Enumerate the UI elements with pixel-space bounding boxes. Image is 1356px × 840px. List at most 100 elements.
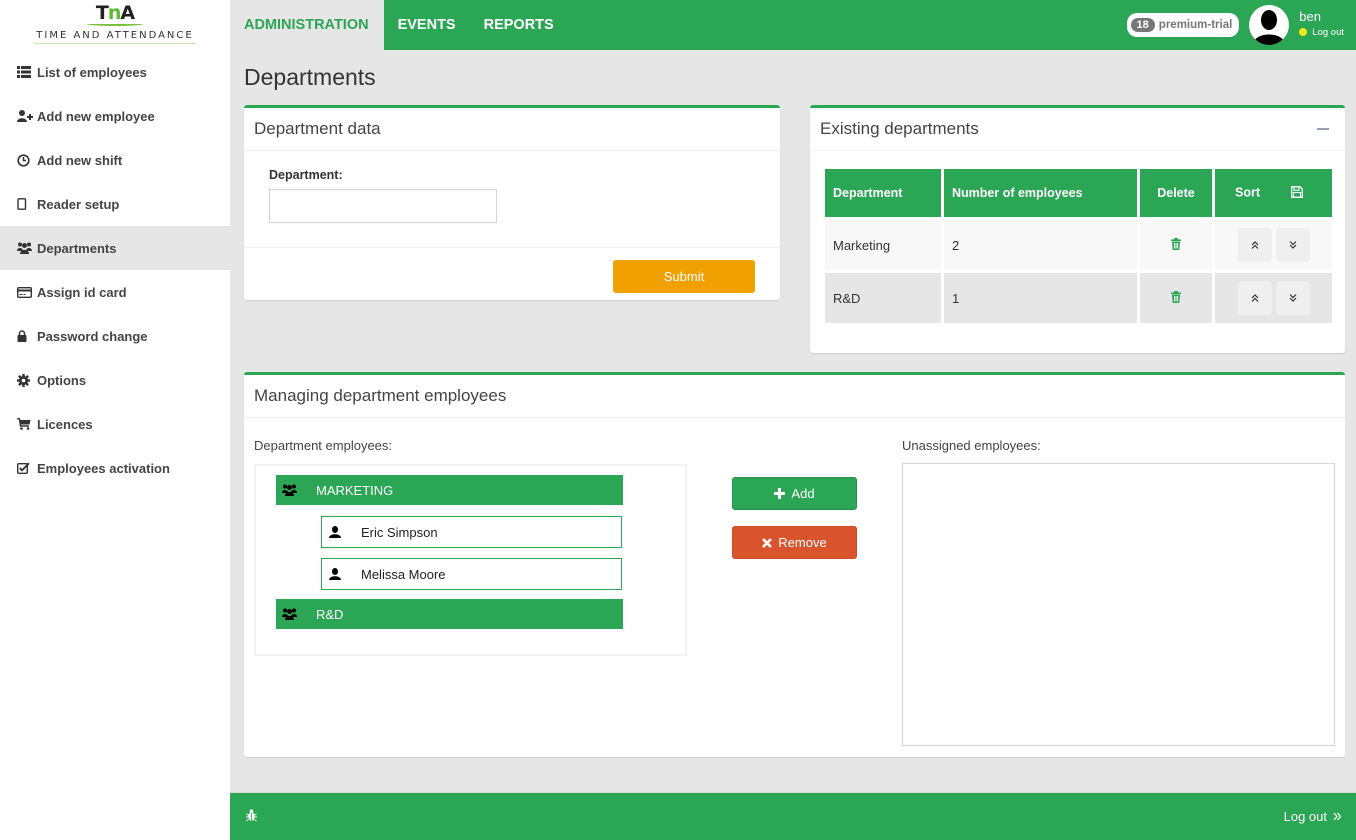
sidebar-item-add-new-employee[interactable]: Add new employee (0, 94, 230, 138)
tree-department-node[interactable]: R&D (276, 599, 623, 629)
tab-events[interactable]: EVENTS (384, 0, 470, 50)
sidebar-item-label: Assign id card (37, 284, 127, 300)
sidebar-item-password-change[interactable]: Password change (0, 314, 230, 358)
user-icon (322, 568, 361, 580)
panel-title: Department data (254, 119, 381, 138)
table-row: Marketing 2 (825, 220, 1332, 270)
employee-count-cell: 1 (944, 273, 1137, 323)
lock-icon (17, 330, 37, 342)
users-icon (276, 484, 316, 496)
footer-logout-label: Log out (1283, 809, 1327, 824)
department-name-cell: R&D (825, 273, 941, 323)
add-button[interactable]: Add (732, 477, 857, 510)
departments-table: Department Number of employees Delete So… (822, 166, 1335, 326)
add-button-label: Add (791, 486, 815, 501)
tree-employee-label: Eric Simpson (361, 524, 438, 540)
clock-icon (17, 153, 37, 167)
sidebar-item-label: Password change (37, 328, 148, 344)
department-employees-tree: MARKETING Eric Simpson Melissa Moore R&D (254, 464, 687, 656)
tree-employee-node[interactable]: Melissa Moore (321, 558, 622, 590)
sidebar-item-employees-activation[interactable]: Employees activation (0, 446, 230, 490)
app-logo[interactable]: TnA TIME AND ATTENDANCE (0, 0, 230, 50)
panel-footer: Submit (244, 247, 780, 300)
sort-cell (1215, 273, 1332, 323)
sidebar-item-list-of-employees[interactable]: List of employees (0, 50, 230, 94)
bug-report-icon[interactable] (246, 808, 257, 825)
panel-header: Department data (244, 108, 780, 151)
employee-count-cell: 2 (944, 220, 1137, 270)
list-icon (17, 66, 37, 78)
department-data-panel: Department data Department: Submit (244, 105, 780, 300)
licence-days-count: 18 (1130, 18, 1155, 32)
tree-employee-label: Melissa Moore (361, 566, 446, 582)
column-header-employee-count: Number of employees (944, 169, 1137, 217)
footer-bar: Log out (230, 792, 1356, 840)
licence-badge[interactable]: 18 premium-trial (1126, 13, 1240, 37)
sidebar-item-options[interactable]: Options (0, 358, 230, 402)
move-down-button[interactable] (1275, 228, 1310, 262)
panel-title: Existing departments (820, 119, 979, 138)
double-chevron-up-icon (1251, 294, 1258, 302)
user-silhouette-icon (1253, 10, 1286, 45)
sidebar-item-assign-id-card[interactable]: Assign id card (0, 270, 230, 314)
existing-departments-panel: Existing departments Department Number o… (810, 105, 1345, 353)
avatar[interactable] (1249, 5, 1290, 45)
remove-button[interactable]: Remove (732, 526, 857, 559)
tab-reports[interactable]: REPORTS (470, 0, 568, 50)
sidebar-item-label: Reader setup (37, 196, 120, 212)
user-area: 18 premium-trial ben Log out (1126, 0, 1356, 50)
tree-department-node[interactable]: MARKETING (276, 475, 623, 505)
top-nav-bar: ADMINISTRATION EVENTS REPORTS 18 premium… (230, 0, 1356, 50)
department-name-cell: Marketing (825, 220, 941, 270)
tree-department-label: MARKETING (316, 482, 394, 498)
sidebar-item-reader-setup[interactable]: Reader setup (0, 182, 230, 226)
logo-text: TIME AND ATTENDANCE (34, 28, 196, 44)
column-header-department: Department (825, 169, 941, 217)
submit-button[interactable]: Submit (613, 260, 755, 293)
cart-icon (17, 418, 37, 430)
gear-icon (17, 373, 37, 387)
double-chevron-down-icon (1289, 294, 1296, 302)
panel-header: Managing department employees (244, 375, 1345, 418)
sidebar-item-departments[interactable]: Departments (0, 226, 230, 270)
sidebar-item-add-new-shift[interactable]: Add new shift (0, 138, 230, 182)
sidebar-item-label: Licences (37, 416, 93, 432)
header-logout-label: Log out (1312, 26, 1344, 38)
delete-cell (1140, 220, 1212, 270)
online-status-icon (1299, 28, 1308, 36)
user-name: ben (1299, 8, 1321, 24)
tree-employee-node[interactable]: Eric Simpson (321, 516, 622, 548)
header-logout-link[interactable]: Log out (1299, 27, 1344, 38)
trash-icon[interactable] (1171, 237, 1181, 253)
user-icon (322, 526, 361, 538)
tab-administration[interactable]: ADMINISTRATION (230, 0, 384, 50)
move-down-button[interactable] (1275, 281, 1310, 315)
move-up-button[interactable] (1237, 281, 1272, 315)
trash-icon[interactable] (1171, 290, 1181, 306)
save-order-icon[interactable] (1291, 185, 1304, 201)
panel-header: Existing departments (810, 108, 1345, 151)
remove-button-label: Remove (778, 535, 827, 550)
move-up-button[interactable] (1237, 228, 1272, 262)
check-square-icon (17, 462, 37, 474)
logo-mark: TnA (95, 2, 135, 24)
managing-employees-panel: Managing department employees Department… (244, 372, 1345, 757)
double-chevron-up-icon (1251, 241, 1258, 249)
double-chevron-right-icon (1333, 809, 1342, 824)
sidebar-item-label: List of employees (37, 64, 147, 80)
users-icon (276, 608, 316, 620)
department-field-label: Department: (269, 168, 343, 182)
sidebar-item-label: Options (37, 372, 87, 388)
tablet-icon (17, 198, 37, 210)
department-name-input[interactable] (269, 189, 497, 223)
collapse-minus-icon[interactable] (1317, 128, 1329, 130)
sidebar-item-label: Employees activation (37, 460, 170, 476)
unassigned-employees-list[interactable] (902, 463, 1335, 746)
tree-department-label: R&D (316, 606, 344, 622)
footer-logout-link[interactable]: Log out (1284, 809, 1342, 824)
user-plus-icon (17, 110, 37, 122)
sidebar-item-label: Add new employee (37, 108, 155, 124)
panel-title: Managing department employees (254, 386, 507, 405)
sidebar-item-licences[interactable]: Licences (0, 402, 230, 446)
users-icon (17, 242, 37, 254)
